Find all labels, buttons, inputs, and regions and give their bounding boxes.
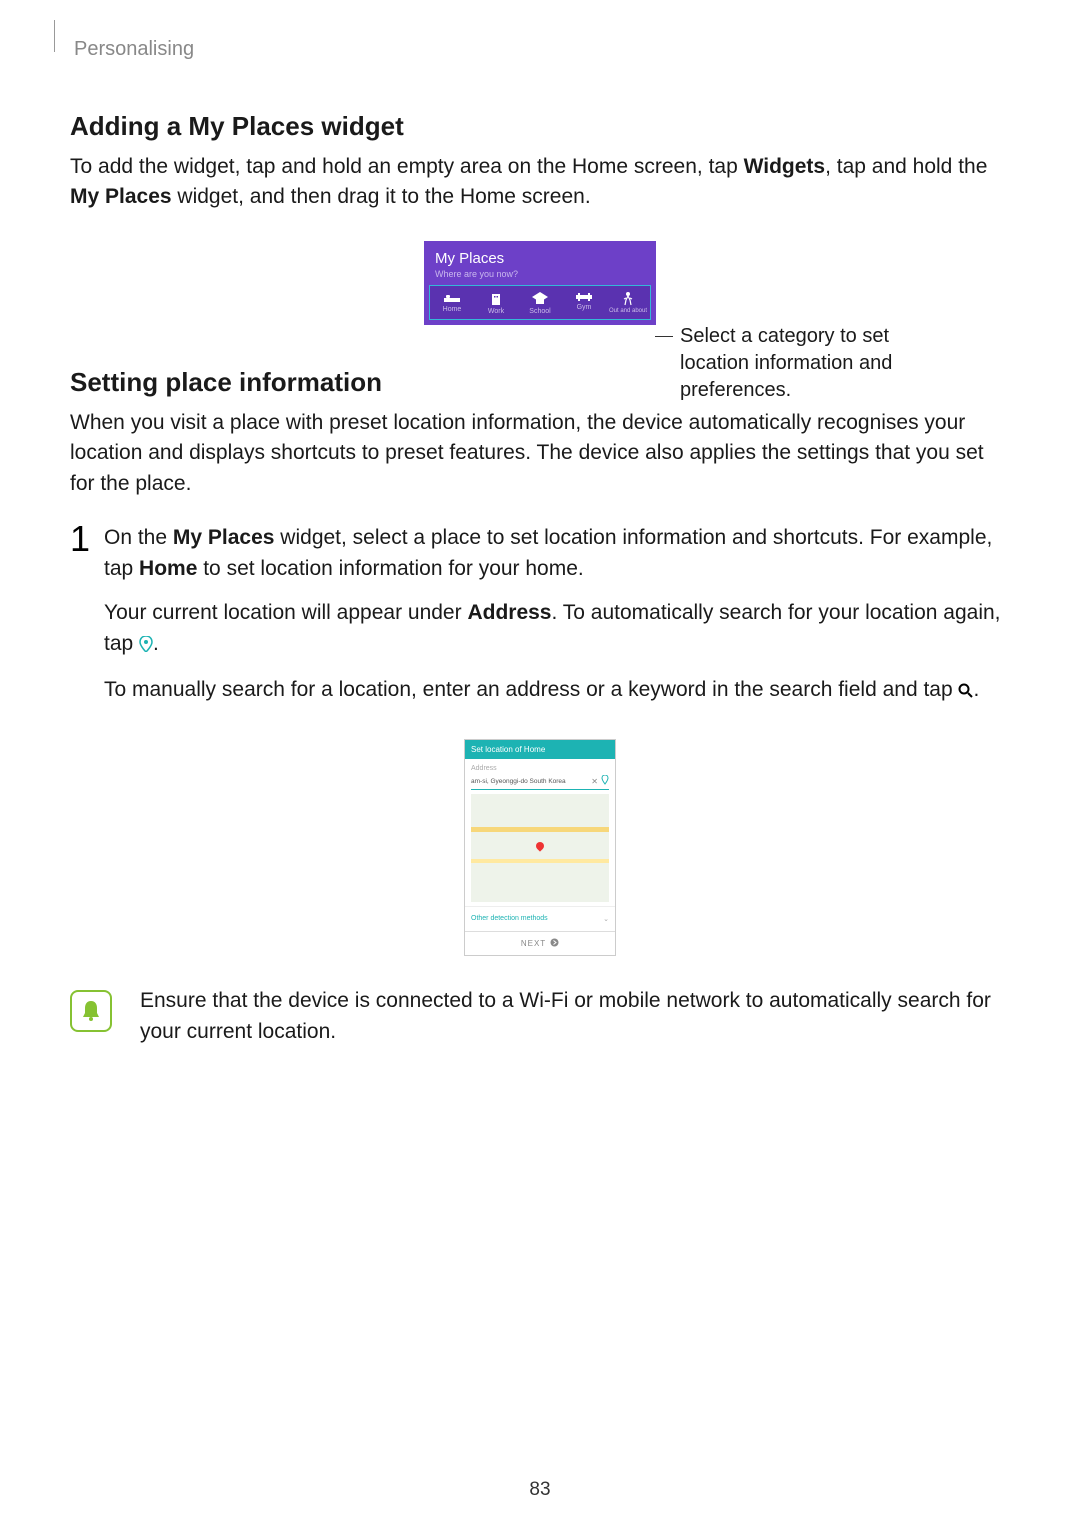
text-bold-home: Home — [139, 557, 197, 580]
cat-label: Work — [488, 308, 504, 315]
widget-categories: Home Work School Gym Out and about — [429, 285, 651, 320]
text: , tap and hold the — [825, 155, 987, 178]
note: Ensure that the device is connected to a… — [70, 986, 1010, 1047]
heading-add-widget: Adding a My Places widget — [70, 111, 1010, 142]
phone-header: Set location of Home — [465, 740, 615, 759]
chevron-down-icon: ⌄ — [603, 915, 609, 923]
cat-out[interactable]: Out and about — [606, 288, 650, 317]
location-pin-icon — [139, 631, 153, 661]
step-1-para-3: To manually search for a location, enter… — [104, 675, 1010, 707]
text: On the — [104, 526, 173, 549]
search-icon — [958, 677, 973, 707]
text: To add the widget, tap and hold an empty… — [70, 155, 744, 178]
widget-subtitle: Where are you now? — [435, 269, 645, 279]
page-number: 83 — [0, 1479, 1080, 1501]
text: Your current location will appear under — [104, 601, 467, 624]
building-icon — [489, 292, 503, 306]
text: widget, and then drag it to the Home scr… — [172, 185, 591, 208]
phone-next-label: NEXT — [521, 939, 546, 948]
phone-other-label: Other detection methods — [471, 915, 548, 923]
cat-label: Home — [443, 306, 462, 313]
bed-icon — [444, 292, 460, 304]
phone-other-methods[interactable]: Other detection methods ⌄ — [465, 906, 615, 931]
text-bold-address: Address — [467, 601, 551, 624]
text-bold-myplaces: My Places — [70, 185, 172, 208]
cat-school[interactable]: School — [518, 288, 562, 317]
text: . — [153, 632, 159, 655]
text: to set location information for your hom… — [197, 557, 583, 580]
text: . — [973, 678, 979, 701]
cat-gym[interactable]: Gym — [562, 288, 606, 317]
cat-work[interactable]: Work — [474, 288, 518, 317]
step-number: 1 — [70, 521, 104, 557]
note-text: Ensure that the device is connected to a… — [140, 986, 1010, 1047]
school-icon — [532, 292, 548, 306]
step-1-para-2: Your current location will appear under … — [104, 598, 1010, 661]
figure-widget: My Places Where are you now? Home Work S… — [70, 241, 1010, 325]
callout-line — [655, 336, 673, 337]
step-1: 1 On the My Places widget, select a plac… — [70, 523, 1010, 721]
widget-card: My Places Where are you now? Home Work S… — [424, 241, 656, 325]
cat-label: School — [529, 308, 550, 315]
figure-location: Set location of Home Address am-si, Gyeo… — [70, 739, 1010, 956]
breadcrumb: Personalising — [74, 38, 1010, 61]
text-bold-myplaces: My Places — [173, 526, 275, 549]
callout-text: Select a category to set location inform… — [680, 323, 940, 404]
phone-map — [471, 794, 609, 902]
phone-address-value: am-si, Gyeonggi-do South Korea — [471, 778, 588, 785]
phone-screen: Set location of Home Address am-si, Gyeo… — [464, 739, 616, 956]
location-pin-icon[interactable] — [601, 775, 609, 787]
cat-home[interactable]: Home — [430, 288, 474, 317]
phone-address-label: Address — [471, 765, 609, 772]
arrow-right-icon — [550, 938, 559, 949]
dumbbell-icon — [576, 292, 592, 302]
widget-title: My Places — [435, 250, 645, 267]
phone-next-button[interactable]: NEXT — [465, 931, 615, 955]
paragraph-add-widget: To add the widget, tap and hold an empty… — [70, 152, 1010, 213]
text: To manually search for a location, enter… — [104, 678, 958, 701]
map-pin-icon — [534, 841, 545, 852]
clear-icon[interactable]: ✕ — [591, 777, 598, 786]
walking-icon — [622, 292, 634, 306]
paragraph-setting-intro: When you visit a place with preset locat… — [70, 408, 1010, 499]
cat-label: Gym — [577, 304, 592, 311]
step-1-para-1: On the My Places widget, select a place … — [104, 523, 1010, 584]
cat-label: Out and about — [609, 308, 647, 314]
phone-address-row: am-si, Gyeonggi-do South Korea ✕ — [471, 775, 609, 790]
text-bold-widgets: Widgets — [744, 155, 825, 178]
note-bell-icon — [70, 990, 112, 1032]
